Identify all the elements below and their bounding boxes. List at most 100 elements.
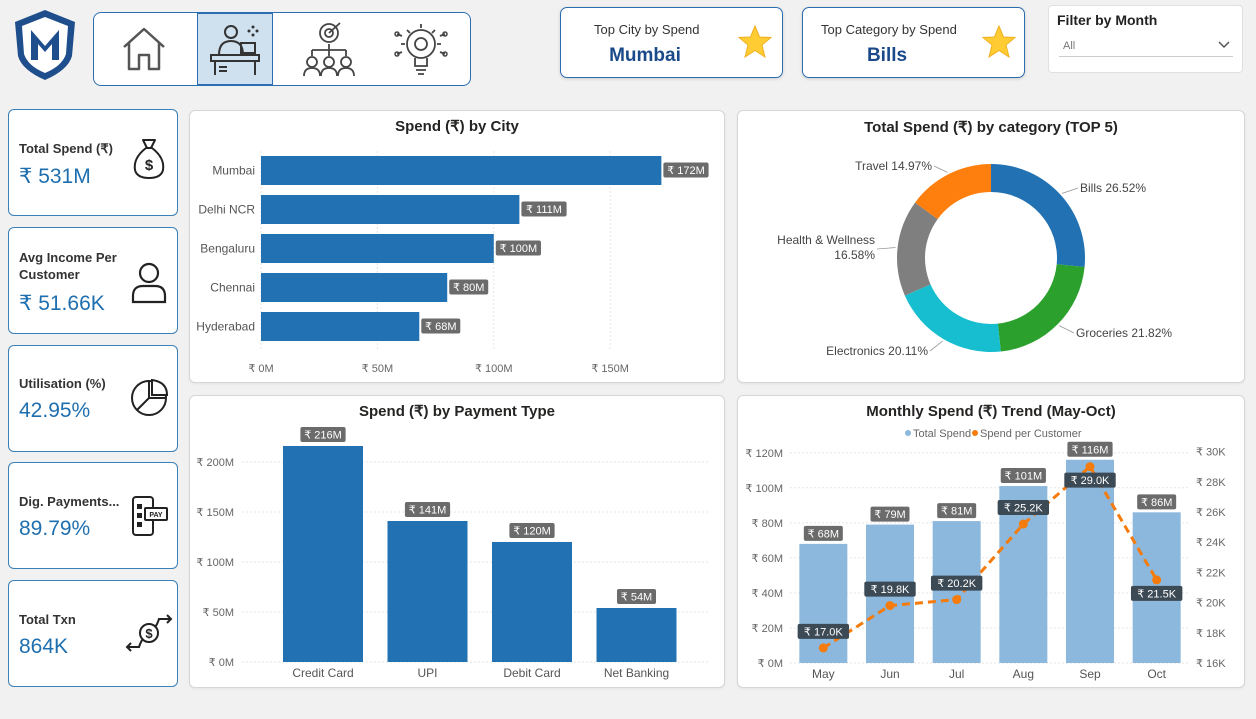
data-label: ₹ 68M — [425, 321, 456, 333]
lightbulb-gear-icon — [394, 24, 448, 75]
bar — [261, 273, 448, 302]
bar — [261, 195, 520, 224]
y-right-tick-label: ₹ 22K — [1196, 567, 1226, 579]
y-left-tick-label: ₹ 80M — [752, 518, 783, 530]
data-label: ₹ 120M — [513, 526, 551, 538]
y-left-tick-label: ₹ 20M — [752, 623, 783, 635]
top-city-label: Top City by Spend — [594, 22, 700, 37]
data-label: ₹ 100M — [500, 243, 538, 255]
category-label: Net Banking — [604, 666, 669, 680]
y-right-tick-label: ₹ 20K — [1196, 598, 1226, 610]
donut-slice — [904, 284, 1001, 352]
line-point — [818, 643, 828, 653]
slice-label: Health & Wellness — [777, 233, 875, 247]
payment-bar-chart: ₹ 0M ₹ 50M ₹ 100M ₹ 150M ₹ 200M ₹ 216M Credit … — [196, 427, 710, 680]
monthly-trend-chart: ₹ 0M ₹ 20M ₹ 40M ₹ 60M ₹ 80M ₹ 100M ₹ 120M ₹ 16… — [745, 428, 1226, 681]
x-tick-label: ₹ 150M — [591, 363, 629, 375]
bar — [261, 312, 420, 341]
month-filter-dropdown[interactable]: All — [1059, 35, 1233, 57]
nav-target-team-button[interactable] — [292, 13, 366, 85]
slice-label: Travel 14.97% — [855, 159, 932, 173]
bar — [261, 156, 662, 185]
line-data-label: ₹ 25.2K — [1004, 503, 1043, 515]
category-donut-chart: Bills 26.52% Groceries 21.82% Electronics … — [777, 159, 1172, 358]
kpi-total-txn: Total Txn 864K $ — [8, 580, 178, 687]
top-city-card: Top City by Spend Mumbai — [560, 7, 783, 78]
y-right-tick-label: ₹ 16K — [1196, 658, 1226, 670]
x-tick-label: ₹ 0M — [248, 363, 273, 375]
y-tick-label: ₹ 50M — [203, 607, 234, 619]
y-tick-label: ₹ 100M — [196, 557, 234, 569]
data-label: ₹ 172M — [667, 165, 705, 177]
line-data-label: ₹ 17.0K — [804, 626, 843, 638]
nav-bar — [93, 12, 471, 86]
leader-line — [929, 340, 943, 352]
kpi-label: Avg Income Per Customer — [19, 250, 117, 282]
bar-data-label: ₹ 81M — [941, 506, 972, 518]
data-label: ₹ 141M — [409, 505, 447, 517]
money-exchange-icon: $ — [125, 614, 173, 652]
category-label: Bengaluru — [200, 242, 255, 256]
bar-data-label: ₹ 116M — [1072, 444, 1109, 456]
home-icon — [123, 27, 165, 71]
category-label: Jul — [949, 667, 964, 681]
kpi-label: Total Spend (₹) — [19, 141, 113, 156]
m-shield-logo-icon — [15, 10, 75, 80]
top-category-card: Top Category by Spend Bills — [802, 7, 1025, 78]
city-chart-card: Spend (₹) by City ₹ 0M ₹ 50M ₹ 100M ₹ 150M M… — [189, 110, 725, 383]
category-label: Delhi NCR — [198, 203, 255, 217]
top-city-value: Mumbai — [609, 45, 681, 66]
pie-chart-icon — [131, 378, 169, 416]
data-label: ₹ 80M — [453, 282, 484, 294]
svg-text:$: $ — [145, 157, 154, 174]
line-data-label: ₹ 29.0K — [1071, 475, 1110, 487]
y-right-tick-label: ₹ 18K — [1196, 628, 1226, 640]
kpi-value: ₹ 51.66K — [19, 292, 105, 315]
star-icon — [981, 24, 1017, 59]
bar-data-label: ₹ 79M — [874, 509, 905, 521]
line-point — [885, 601, 895, 611]
data-label: ₹ 111M — [526, 204, 562, 216]
line-point — [1085, 462, 1095, 472]
y-left-tick-label: ₹ 40M — [752, 588, 783, 600]
bar — [1066, 459, 1114, 663]
y-right-tick-label: ₹ 30K — [1196, 447, 1226, 459]
target-team-icon — [303, 22, 355, 77]
nav-idea-button[interactable] — [384, 13, 458, 85]
category-label: Credit Card — [292, 666, 353, 680]
bar — [387, 521, 468, 662]
bar — [596, 608, 677, 662]
x-tick-label: ₹ 50M — [362, 363, 393, 375]
slice-label: 16.58% — [834, 248, 875, 262]
slice-label: Bills 26.52% — [1080, 181, 1146, 195]
kpi-utilisation: Utilisation (%) 42.95% — [8, 345, 178, 452]
y-left-tick-label: ₹ 120M — [745, 448, 783, 460]
bar — [283, 446, 363, 662]
category-label: Sep — [1079, 667, 1101, 681]
y-right-tick-label: ₹ 26K — [1196, 507, 1226, 519]
nav-desk-button[interactable] — [197, 13, 273, 85]
kpi-total-spend: Total Spend (₹) ₹ 531M $ — [8, 109, 178, 216]
chevron-down-icon — [1218, 41, 1230, 49]
kpi-avg-income: Avg Income Per Customer ₹ 51.66K — [8, 227, 178, 334]
slice-label: Electronics 20.11% — [826, 344, 928, 358]
line-data-label: ₹ 19.8K — [871, 584, 910, 596]
kpi-value: 42.95% — [19, 399, 91, 422]
category-label: May — [812, 667, 835, 681]
line-data-label: ₹ 21.5K — [1137, 588, 1176, 600]
line-data-label: ₹ 20.2K — [937, 578, 976, 590]
line-point — [1018, 519, 1028, 529]
leader-line — [933, 165, 948, 173]
y-right-tick-label: ₹ 28K — [1196, 477, 1226, 489]
kpi-value: 864K — [19, 635, 69, 658]
y-right-tick-label: ₹ 24K — [1196, 537, 1226, 549]
kpi-label: Dig. Payments... — [19, 494, 120, 509]
money-bag-icon: $ — [133, 139, 165, 180]
nav-home-button[interactable] — [107, 13, 181, 85]
category-label: Chennai — [210, 281, 255, 295]
y-left-tick-label: ₹ 60M — [752, 553, 783, 565]
legend-marker — [905, 430, 911, 436]
category-label: Oct — [1147, 667, 1166, 681]
data-label: ₹ 54M — [621, 592, 652, 604]
category-label: Jun — [880, 667, 899, 681]
